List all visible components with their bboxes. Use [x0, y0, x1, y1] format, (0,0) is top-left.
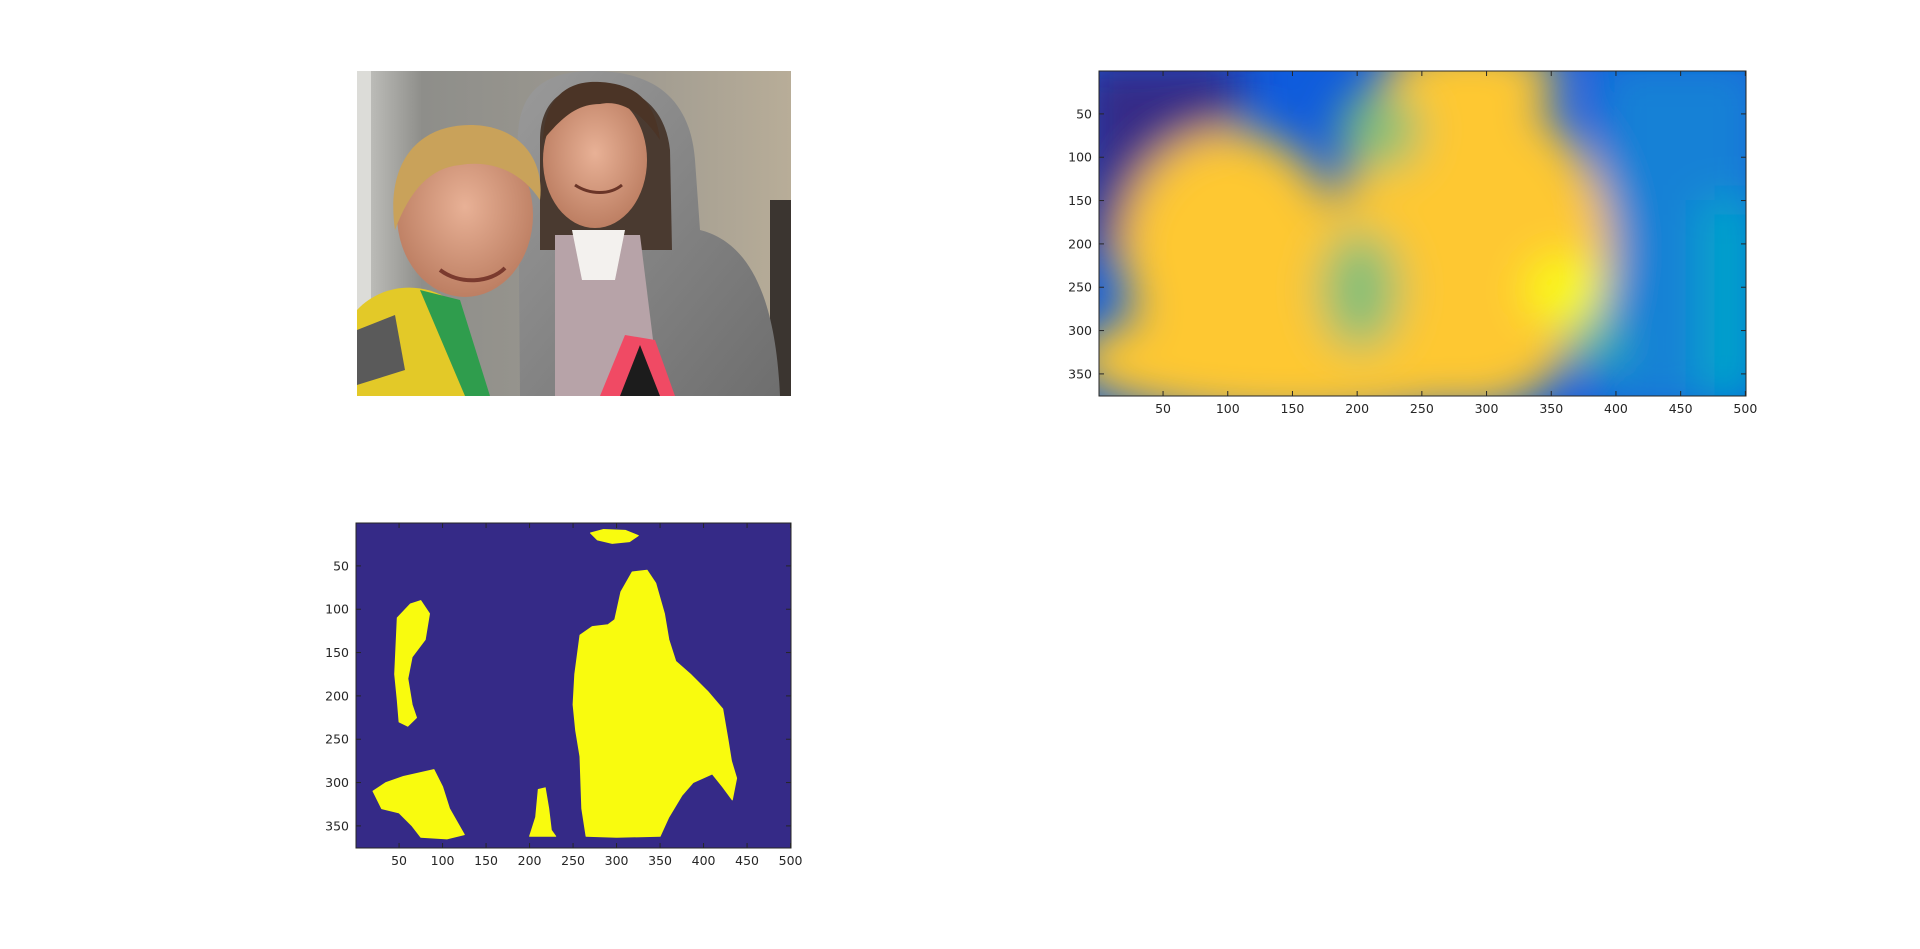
mask-xtick-label-350: 350 [648, 853, 672, 868]
saliency-xtick-label-100: 100 [1216, 401, 1240, 416]
saliency-ytick-label-150: 150 [1068, 193, 1092, 208]
photo-panel [357, 71, 791, 396]
mask-xtick-label-250: 250 [561, 853, 585, 868]
mask-xtick-label-150: 150 [474, 853, 498, 868]
saliency-xtick-label-300: 300 [1475, 401, 1499, 416]
mask-xtick-label-300: 300 [605, 853, 629, 868]
mask-xtick-label-100: 100 [431, 853, 455, 868]
saliency-xtick-label-200: 200 [1345, 401, 1369, 416]
heat-mid-right-blob [1565, 323, 1625, 367]
saliency-xtick-label-400: 400 [1604, 401, 1628, 416]
mask-ytick-label-250: 250 [325, 732, 349, 747]
figure-canvas: 50 100 150 200 250 300 350 400 450 500 50 100 150 200… [325, 70, 1757, 868]
saliency-ytick-label-50: 50 [1076, 106, 1092, 121]
saliency-ytick-label-200: 200 [1068, 236, 1092, 251]
saliency-xtick-label-500: 500 [1733, 401, 1757, 416]
mask-xtick-label-50: 50 [391, 853, 407, 868]
saliency-ytick-label-300: 300 [1068, 323, 1092, 338]
mask-panel: 50 100 150 200 250 300 350 400 450 500 50 100 150 200… [325, 522, 803, 868]
mask-ytick-label-300: 300 [325, 775, 349, 790]
mask-xtick-label-400: 400 [692, 853, 716, 868]
mask-ytick-label-50: 50 [333, 558, 349, 573]
mask-ytick-label-150: 150 [325, 645, 349, 660]
saliency-ytick-label-250: 250 [1068, 280, 1092, 295]
saliency-xtick-label-250: 250 [1410, 401, 1434, 416]
heat-peak [1525, 255, 1605, 325]
saliency-ytick-label-100: 100 [1068, 150, 1092, 165]
mask-xtick-label-450: 450 [735, 853, 759, 868]
heat-edge-right [1700, 200, 1746, 396]
saliency-xtick-label-350: 350 [1539, 401, 1563, 416]
mask-ytick-label-100: 100 [325, 602, 349, 617]
mask-ytick-label-350: 350 [325, 818, 349, 833]
saliency-xtick-label-50: 50 [1155, 401, 1171, 416]
mask-ytick-label-200: 200 [325, 688, 349, 703]
photo-door-frame [357, 71, 371, 321]
saliency-xtick-label-450: 450 [1669, 401, 1693, 416]
saliency-xtick-label-150: 150 [1281, 401, 1305, 416]
heat-mid-center [1320, 230, 1400, 350]
heat-mid-top [1340, 90, 1420, 170]
mask-xtick-label-500: 500 [779, 853, 803, 868]
mask-xtick-label-200: 200 [518, 853, 542, 868]
saliency-panel: 50 100 150 200 250 300 350 400 450 500 50 100 150 200… [1068, 70, 1757, 416]
saliency-ytick-label-350: 350 [1068, 366, 1092, 381]
